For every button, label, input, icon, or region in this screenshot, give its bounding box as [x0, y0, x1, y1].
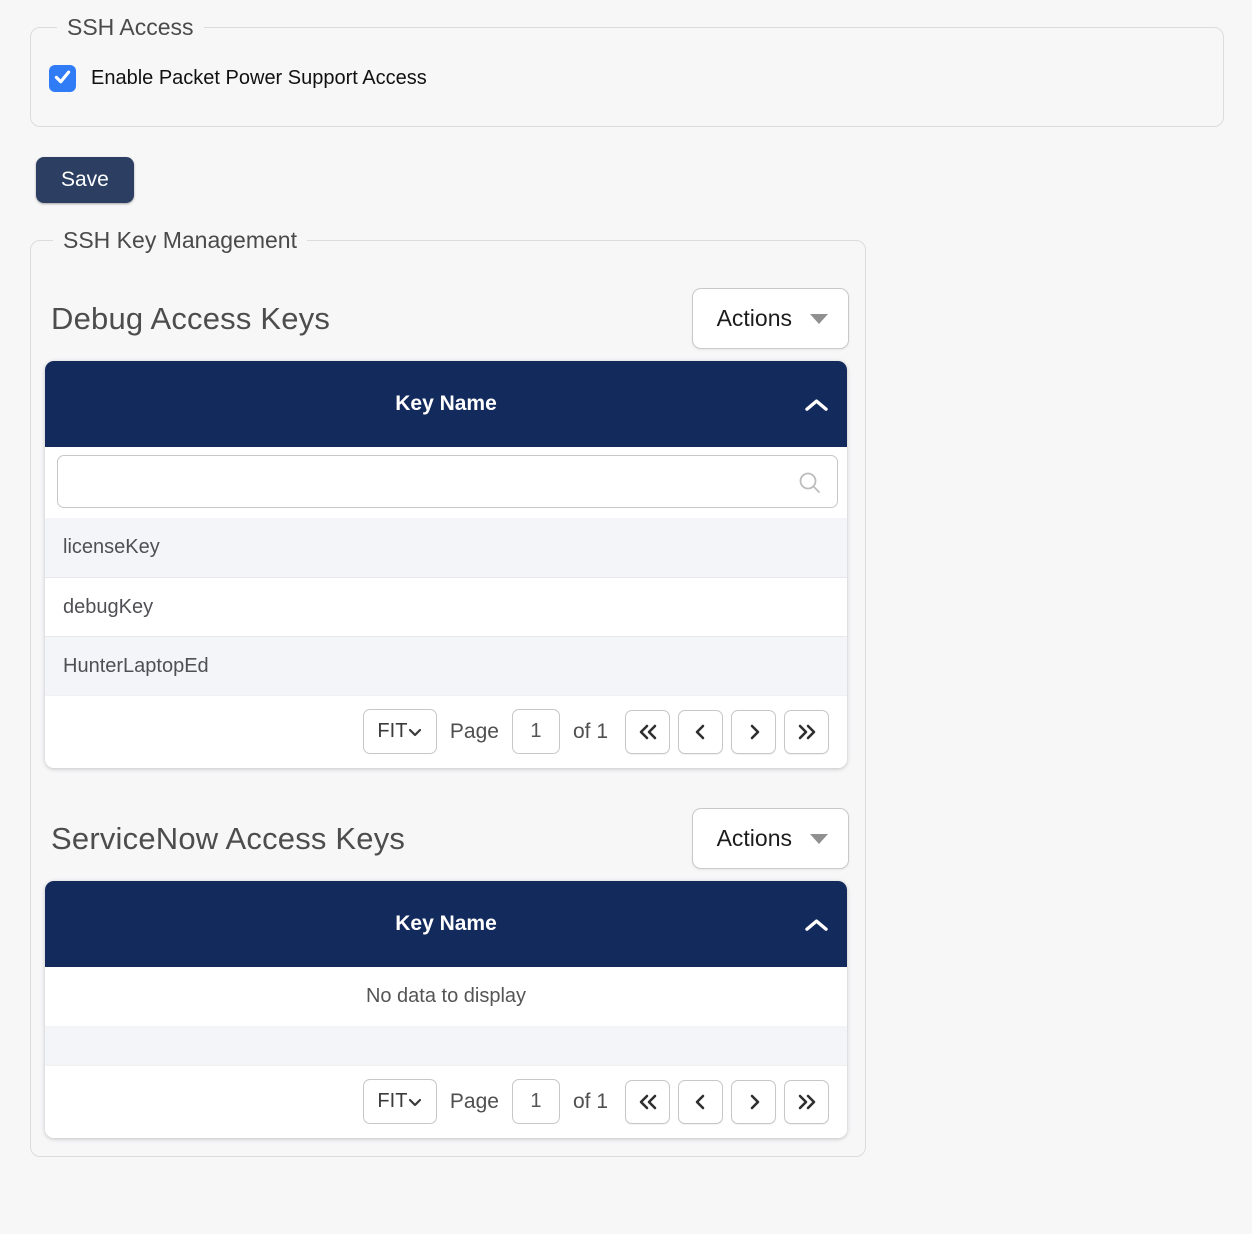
next-page-icon: [744, 722, 764, 742]
table-row[interactable]: licenseKey: [45, 518, 847, 577]
actions-button-label: Actions: [717, 825, 792, 852]
page-number-input[interactable]: [512, 1079, 560, 1124]
chevron-up-icon: [804, 398, 829, 412]
first-page-icon: [637, 1092, 659, 1112]
ssh-key-management-legend: SSH Key Management: [53, 227, 307, 254]
save-button[interactable]: Save: [36, 157, 134, 203]
last-page-button[interactable]: [784, 1080, 829, 1124]
debug-keys-header: Debug Access Keys Actions: [45, 288, 849, 349]
chevron-down-icon: [408, 727, 422, 737]
next-page-button[interactable]: [731, 710, 776, 754]
servicenow-keys-title: ServiceNow Access Keys: [51, 821, 405, 857]
first-page-button[interactable]: [625, 710, 670, 754]
no-data-message: No data to display: [45, 967, 847, 1026]
prev-page-button[interactable]: [678, 1080, 723, 1124]
enable-support-row: Enable Packet Power Support Access: [49, 65, 1205, 92]
first-page-icon: [637, 722, 659, 742]
page-size-value: FIT: [377, 1090, 407, 1113]
ssh-access-legend: SSH Access: [57, 14, 204, 41]
debug-keys-pagination: FIT Page of 1: [45, 695, 847, 768]
actions-button-label: Actions: [717, 305, 792, 332]
settings-page: SSH Access Enable Packet Power Support A…: [0, 0, 1252, 1157]
page-label: Page: [450, 1090, 499, 1114]
debug-keys-rows: licenseKey debugKey HunterLaptopEd: [45, 518, 847, 695]
prev-page-button[interactable]: [678, 710, 723, 754]
next-page-button[interactable]: [731, 1080, 776, 1124]
debug-keys-table: Key Name licenseKey debugKey HunterLapto…: [45, 361, 847, 768]
prev-page-icon: [691, 1092, 711, 1112]
last-page-icon: [796, 722, 818, 742]
page-size-select[interactable]: FIT: [363, 1079, 437, 1124]
enable-support-checkbox[interactable]: [49, 65, 76, 92]
enable-support-label: Enable Packet Power Support Access: [91, 67, 427, 90]
caret-down-icon: [810, 314, 828, 324]
last-page-icon: [796, 1092, 818, 1112]
chevron-down-icon: [408, 1097, 422, 1107]
debug-keys-column-header[interactable]: Key Name: [45, 361, 847, 447]
page-count-label: of 1: [573, 1090, 608, 1114]
servicenow-keys-actions-button[interactable]: Actions: [692, 808, 849, 869]
servicenow-keys-header: ServiceNow Access Keys Actions: [45, 808, 849, 869]
column-header-label: Key Name: [395, 912, 497, 936]
servicenow-keys-table: Key Name No data to display FIT Page of …: [45, 881, 847, 1138]
page-size-select[interactable]: FIT: [363, 709, 437, 754]
pagination-nav: [625, 1080, 829, 1124]
next-page-icon: [744, 1092, 764, 1112]
pagination-nav: [625, 710, 829, 754]
ssh-key-management-fieldset: SSH Key Management Debug Access Keys Act…: [30, 227, 866, 1157]
empty-row: [45, 1026, 847, 1065]
page-count-label: of 1: [573, 720, 608, 744]
column-header-label: Key Name: [395, 392, 497, 416]
last-page-button[interactable]: [784, 710, 829, 754]
page-label: Page: [450, 720, 499, 744]
table-row[interactable]: HunterLaptopEd: [45, 636, 847, 695]
first-page-button[interactable]: [625, 1080, 670, 1124]
prev-page-icon: [691, 722, 711, 742]
servicenow-keys-column-header[interactable]: Key Name: [45, 881, 847, 967]
chevron-up-icon: [804, 918, 829, 932]
page-size-value: FIT: [377, 720, 407, 743]
debug-keys-search-row: [45, 447, 847, 518]
servicenow-keys-pagination: FIT Page of 1: [45, 1065, 847, 1138]
check-icon: [52, 66, 73, 92]
page-number-input[interactable]: [512, 709, 560, 754]
table-row[interactable]: debugKey: [45, 577, 847, 636]
debug-keys-search-input[interactable]: [57, 455, 838, 508]
ssh-access-fieldset: SSH Access Enable Packet Power Support A…: [30, 14, 1224, 127]
caret-down-icon: [810, 834, 828, 844]
debug-keys-actions-button[interactable]: Actions: [692, 288, 849, 349]
debug-keys-title: Debug Access Keys: [51, 301, 330, 337]
search-icon: [797, 470, 823, 496]
